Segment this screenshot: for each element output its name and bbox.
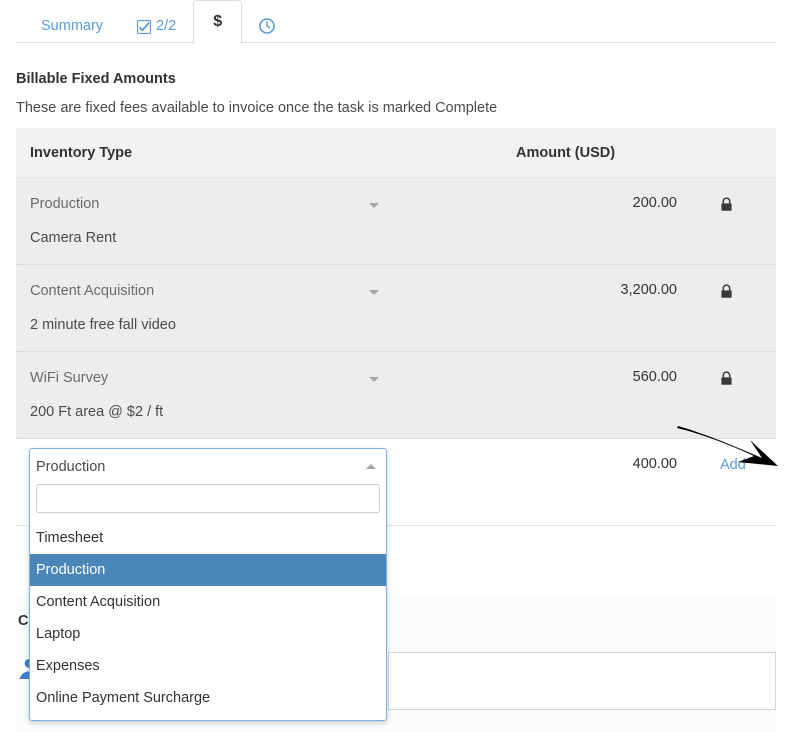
dropdown-option-laptop[interactable]: Laptop — [30, 618, 386, 650]
checkbox-checked-icon — [137, 20, 151, 34]
dropdown-option-timesheet[interactable]: Timesheet — [30, 522, 386, 554]
tab-list: Summary 2/2 $ — [16, 0, 776, 43]
table-row: Production 200.00 Camera Rent — [16, 178, 776, 265]
table-header-row: Inventory Type Amount (USD) — [16, 128, 776, 178]
dropdown-option-expenses[interactable]: Expenses — [30, 650, 386, 682]
tab-summary[interactable]: Summary — [24, 7, 120, 43]
inventory-type-dropdown: Production Timesheet Production Content … — [29, 448, 387, 721]
lock-icon — [720, 197, 733, 212]
inventory-type-value: Content Acquisition — [30, 283, 154, 299]
section-title: Billable Fixed Amounts — [16, 71, 176, 87]
add-link[interactable]: Add — [720, 457, 746, 473]
column-header-inventory-type: Inventory Type — [16, 145, 516, 161]
tab-time[interactable] — [242, 7, 292, 43]
section-subtitle: These are fixed fees available to invoic… — [16, 100, 497, 116]
amount-value: 200.00 — [516, 195, 712, 211]
inventory-type-select[interactable]: Production — [16, 195, 516, 212]
table-row: WiFi Survey 560.00 200 Ft area @ $2 / ft — [16, 352, 776, 439]
column-header-amount: Amount (USD) — [516, 145, 712, 161]
amount-value: 3,200.00 — [516, 282, 712, 298]
dropdown-search-input[interactable] — [36, 484, 380, 513]
row-description: Camera Rent — [16, 230, 776, 246]
chevron-up-icon — [366, 464, 376, 469]
chevron-down-icon — [369, 377, 379, 382]
tab-summary-label: Summary — [41, 18, 103, 34]
dropdown-selected-value: Production — [36, 459, 366, 475]
tab-bar: Summary 2/2 $ — [16, 0, 776, 43]
chevron-down-icon — [369, 290, 379, 295]
dropdown-option-production[interactable]: Production — [30, 554, 386, 586]
table-row-main: WiFi Survey 560.00 — [16, 352, 776, 387]
lock-icon — [720, 371, 733, 386]
table-row-main: Production 200.00 — [16, 178, 776, 213]
inventory-type-select[interactable]: WiFi Survey — [16, 369, 516, 386]
row-action-new: Add — [712, 456, 776, 473]
comment-input[interactable] — [388, 652, 776, 710]
row-action — [712, 369, 776, 387]
tab-billing[interactable]: $ — [193, 0, 242, 44]
row-action — [712, 282, 776, 300]
inventory-type-select[interactable]: Content Acquisition — [16, 282, 516, 299]
row-description: 200 Ft area @ $2 / ft — [16, 404, 776, 420]
table-row: Content Acquisition 3,200.00 2 minute fr… — [16, 265, 776, 352]
lock-icon — [720, 284, 733, 299]
tab-checklist[interactable]: 2/2 — [120, 7, 193, 43]
inventory-type-value: Production — [30, 196, 99, 212]
dropdown-option-list: Timesheet Production Content Acquisition… — [30, 522, 386, 720]
chevron-down-icon — [369, 203, 379, 208]
amount-value-new: 400.00 — [516, 456, 712, 472]
dropdown-option-content-acquisition[interactable]: Content Acquisition — [30, 586, 386, 618]
dropdown-toggle[interactable]: Production — [30, 449, 386, 484]
table-row-main: Content Acquisition 3,200.00 — [16, 265, 776, 300]
row-action — [712, 195, 776, 213]
clock-icon — [259, 18, 275, 34]
amount-value: 560.00 — [516, 369, 712, 385]
row-description: 2 minute free fall video — [16, 317, 776, 333]
inventory-type-value: WiFi Survey — [30, 370, 108, 386]
tab-checklist-label: 2/2 — [156, 18, 176, 34]
dropdown-search-wrapper — [30, 484, 386, 522]
dropdown-option-online-payment-surcharge[interactable]: Online Payment Surcharge — [30, 682, 386, 714]
dollar-icon: $ — [213, 14, 222, 30]
